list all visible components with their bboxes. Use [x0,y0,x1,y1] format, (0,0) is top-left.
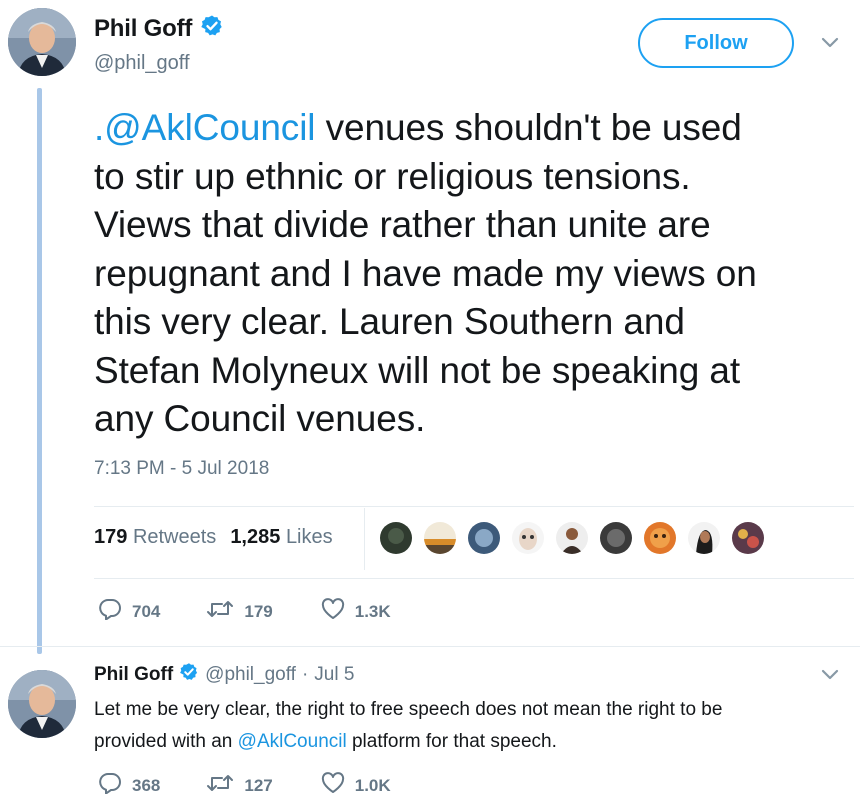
tweet-text-line-4: repugnant and I have made my views on [94,252,757,294]
tweet-text-line-7: any Council venues. [94,398,426,439]
author-avatar[interactable] [8,8,76,76]
reply-text-line-1: Let me be very clear, the right to free … [94,699,723,720]
divider-bottom [94,578,854,579]
like-action[interactable]: 1.0K [321,772,391,799]
tweet-text-line-2: to stir up ethnic or religious tensions. [94,155,691,197]
tweet-text: .@AklCouncil venues shouldn't be used to… [94,104,854,444]
tweet-text-line-6: Stefan Molyneux will not be speaking at [94,349,741,391]
liker-avatar[interactable] [600,522,632,554]
liker-avatar[interactable] [732,522,764,554]
engagement-stats: 179 Retweets 1,285 Likes [94,526,333,549]
liker-avatar[interactable] [424,522,456,554]
reply-header: Phil Goff @phil_goff · Jul 5 [94,662,354,687]
retweets-label: Retweets [132,526,217,548]
retweets-count: 179 [94,526,128,548]
retweet-count: 179 [244,601,273,621]
reply-actions: 368 127 1.0K [98,772,391,799]
tweet-text-segment: venues shouldn't be used [315,107,742,148]
avatar-photo [8,670,76,738]
tweet-separator [0,646,860,647]
like-count: 1.3K [354,601,391,621]
liker-avatar[interactable] [380,522,412,554]
like-count: 1.0K [354,775,391,795]
reply-icon [98,598,122,625]
reply-count: 368 [132,775,161,795]
reply-count: 704 [132,601,161,621]
tweet-actions: 704 179 1.3K [98,598,391,625]
author-name[interactable]: Phil Goff [94,15,192,43]
tweet-text-line-5: this very clear. Lauren Southern and [94,301,685,342]
mention-link[interactable]: @AklCouncil [238,731,347,752]
reply-author-avatar[interactable] [8,670,76,738]
divider-top [94,506,854,507]
retweet-count: 127 [244,775,273,795]
reply-date[interactable]: Jul 5 [314,664,354,686]
liker-avatar[interactable] [644,522,676,554]
reply-text-segment: provided with an [94,731,238,752]
stats-separator [364,508,365,570]
likes-count: 1,285 [230,526,281,548]
reply-icon [98,772,122,799]
reply-text-segment: platform for that speech. [346,731,557,752]
reply-text-line-2: provided with an @AklCouncil platform fo… [94,726,834,758]
thread-connector-line [37,88,42,654]
retweet-action[interactable]: 179 [206,598,273,625]
verified-badge-icon [179,662,199,687]
verified-badge-icon [200,14,224,43]
like-icon [321,598,345,625]
tweet-text-line-1: .@AklCouncil venues shouldn't be used [94,104,854,153]
liker-avatar[interactable] [468,522,500,554]
retweet-action[interactable]: 127 [206,772,273,799]
retweet-icon [206,772,234,799]
reply-author-name[interactable]: Phil Goff [94,664,173,686]
liker-avatar[interactable] [688,522,720,554]
follow-button[interactable]: Follow [638,18,794,68]
reply-text: Let me be very clear, the right to free … [94,694,834,758]
reply-action[interactable]: 368 [98,772,160,799]
author-header: Phil Goff [94,14,224,43]
like-action[interactable]: 1.3K [321,598,391,625]
retweet-icon [206,598,234,625]
tweet-text-line-3: Views that divide rather than unite are [94,204,711,245]
chevron-down-icon[interactable] [820,668,840,687]
chevron-down-icon[interactable] [820,36,840,55]
retweets-stat[interactable]: 179 Retweets [94,526,216,549]
author-handle[interactable]: @phil_goff [94,52,190,75]
likes-label: Likes [285,526,333,548]
like-icon [321,772,345,799]
mention-link[interactable]: .@AklCouncil [94,107,316,148]
liker-avatar[interactable] [512,522,544,554]
reply-action[interactable]: 704 [98,598,160,625]
reply-author-handle[interactable]: @phil_goff [205,664,296,686]
tweet-timestamp[interactable]: 7:13 PM - 5 Jul 2018 [94,458,269,480]
likes-stat[interactable]: 1,285 Likes [230,526,332,549]
meta-separator-dot: · [301,663,309,685]
liker-avatar[interactable] [556,522,588,554]
avatar-photo [8,8,76,76]
